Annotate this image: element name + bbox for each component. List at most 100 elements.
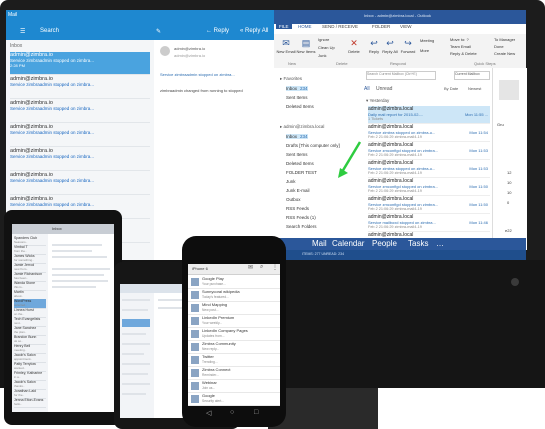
folder-item[interactable]: Inbox 234 (286, 134, 308, 139)
table-row[interactable]: admin@zimbra.local Service mailboxd stopp… (368, 214, 490, 232)
list-item[interactable]: admin@zimbra.ioService zimbraadmin stopp… (10, 172, 150, 195)
avatar (191, 343, 199, 351)
list-item[interactable]: LinkedIn Premium Your weekly... (188, 314, 280, 328)
list-item[interactable]: Sunnycoral wikipedia Today's featured... (188, 288, 280, 302)
reply-all-label: Reply All (245, 28, 269, 34)
folder-item[interactable]: Search Folders (286, 224, 320, 229)
outlook-titlebar: Inbox - admin@zimbra.local - Outlook (274, 10, 526, 24)
table-row[interactable]: admin@zimbra.local Daily mail report for … (368, 106, 490, 124)
nav-calendar[interactable]: Calendar (332, 239, 364, 248)
search-label[interactable]: Search (40, 28, 59, 34)
table-row[interactable]: admin@zimbra.localService zimbra stopped… (368, 124, 490, 142)
list-item[interactable]: Zimbra Connect Reminder... (188, 366, 280, 380)
favorite-item[interactable]: Deleted Items (286, 104, 317, 109)
folder-item[interactable]: Junk (286, 179, 299, 184)
nav-tasks[interactable]: Tasks (408, 239, 428, 248)
table-row[interactable]: admin@zimbra.local Service zmconfigd stop… (368, 178, 490, 196)
favorite-item[interactable]: Inbox 234 (286, 86, 308, 91)
folder-item[interactable]: Drafts [This computer only] (286, 143, 343, 148)
contact-photo (499, 80, 519, 100)
list-item[interactable]: Google Play Your purchase... (188, 275, 280, 289)
tab-file[interactable]: FILE (276, 24, 292, 29)
quick-create-new[interactable]: Create New (494, 51, 515, 56)
list-item[interactable]: Mind Mapping New post... (188, 301, 280, 315)
quick-to-manager[interactable]: To Manager (494, 37, 515, 42)
folder-label: RSS Feeds (1) (286, 215, 316, 220)
favorite-item[interactable]: Sent Items (286, 95, 311, 100)
home-icon[interactable]: ○ (230, 409, 234, 416)
list-item[interactable]: Zimbra Community New reply... (188, 340, 280, 354)
new-items-button[interactable]: ▤ New Items (296, 38, 316, 54)
forward-button[interactable]: ↪ Forward (398, 38, 418, 54)
message-subject: about.. (14, 294, 24, 298)
favorites-label: Favorites (283, 76, 303, 81)
search-icon[interactable]: ⌕ (260, 264, 263, 271)
menu-icon[interactable]: ☰ (20, 28, 25, 35)
list-item[interactable]: admin@zimbra.ioService zimbraadmin stopp… (10, 148, 150, 171)
folder-item[interactable]: Junk E-mail (286, 188, 313, 193)
delete-button[interactable]: ✕ Delete (344, 38, 364, 54)
table-row[interactable]: admin@zimbra.localService zimbra stopped… (368, 160, 490, 178)
sort-by-date[interactable]: By Date (444, 86, 458, 91)
new-email-button[interactable]: ✉ New Email (276, 38, 296, 54)
list-item[interactable]: admin@zimbra.ioService zimbraadmin stopp… (10, 52, 150, 75)
folder-item[interactable]: Sent Items (286, 152, 311, 157)
junk-button[interactable]: Junk (318, 53, 326, 58)
sort-order[interactable]: Newest (468, 86, 481, 91)
folder-item[interactable]: RSS Feeds (286, 206, 312, 211)
reply-all-button[interactable]: ↩ Reply All (382, 38, 398, 54)
search-input[interactable]: Search Current Mailbox (Ctrl+E) (366, 71, 436, 80)
list-item[interactable]: admin@zimbra.ioService zimbraadmin stopp… (10, 100, 150, 123)
tab-folder[interactable]: FOLDER (372, 24, 390, 29)
meeting-button[interactable]: Meeting (420, 38, 434, 43)
quick-reply-delete[interactable]: Reply & Delete (450, 51, 477, 56)
search-scope[interactable]: Current Mailbox (454, 71, 490, 80)
list-item[interactable]: Jenna Elton-Evans hello.. (14, 398, 46, 408)
more-button[interactable]: More (420, 48, 429, 53)
folder-item[interactable]: Deleted Items (286, 161, 317, 166)
compose-icon[interactable]: ✎ (156, 28, 161, 35)
outlook-reading-pane: Gru 12 10 10 0 e22 (492, 68, 527, 250)
tab-send-receive[interactable]: SEND / RECEIVE (322, 24, 358, 29)
clean-up-button[interactable]: Clean Up (318, 45, 335, 50)
quick-move-to[interactable]: Move to: ? (450, 37, 469, 42)
reply-button[interactable]: ↩ Reply (366, 38, 382, 54)
reading-extra: e22 (505, 228, 512, 233)
list-item[interactable]: Google Security alert... (188, 392, 280, 406)
table-row[interactable]: admin@zimbra.local Service zmconfigd stop… (368, 142, 490, 160)
list-item[interactable]: LinkedIn Company Pages Updates from... (188, 327, 280, 341)
nav-people[interactable]: People (372, 239, 397, 248)
list-item[interactable]: admin@zimbra.ioService zimbraadmin stopp… (10, 124, 150, 147)
folder-item[interactable]: FOLDER TEST (286, 170, 320, 175)
folder-label: FOLDER TEST (286, 170, 317, 175)
recent-apps-icon[interactable]: □ (254, 409, 258, 416)
folder-item[interactable]: RSS Feeds (1) (286, 215, 319, 220)
reply-all-button[interactable]: « Reply All (240, 28, 268, 34)
message-sender: Sunnycoral wikipedia (202, 289, 240, 294)
message-subject: Service zmconfigd stopped on zimbra... (368, 202, 439, 207)
back-icon[interactable]: ◁ (206, 409, 211, 417)
tab-home[interactable]: HOME (298, 24, 312, 29)
menu-icon[interactable]: ⋮ (272, 264, 278, 271)
filter-unread[interactable]: Unread (376, 86, 392, 92)
table-row[interactable]: admin@zimbra.local Service zmconfigd stop… (368, 196, 490, 214)
filter-all[interactable]: All (364, 86, 370, 92)
reply-button[interactable]: ← Reply (206, 28, 229, 34)
tab-view[interactable]: VIEW (400, 24, 412, 29)
message-subject: Service zimbraadmin stopped on zimbra... (10, 154, 95, 159)
nav-mail[interactable]: Mail (312, 239, 327, 248)
message-subject: Join us... (202, 386, 216, 390)
list-item[interactable]: Twitter Trending... (188, 353, 280, 367)
nav-more[interactable]: … (436, 239, 444, 248)
compose-icon[interactable]: ✉ (248, 264, 253, 271)
list-item[interactable]: Webinar Join us... (188, 379, 280, 393)
quick-done[interactable]: Done (494, 44, 504, 49)
folder-label: Deleted Items (286, 161, 314, 166)
message-preview: Feb 2 21:06:29 zimbra-mail4-19 (368, 189, 422, 193)
ignore-button[interactable]: Ignore (318, 37, 329, 42)
quick-team-email[interactable]: Team Email (450, 44, 471, 49)
done-label: Done (494, 44, 504, 49)
folder-item[interactable]: Outbox (286, 197, 304, 202)
list-item[interactable]: admin@zimbra.ioService zimbraadmin stopp… (10, 76, 150, 99)
message-time: Mon 11:50 (469, 184, 488, 189)
